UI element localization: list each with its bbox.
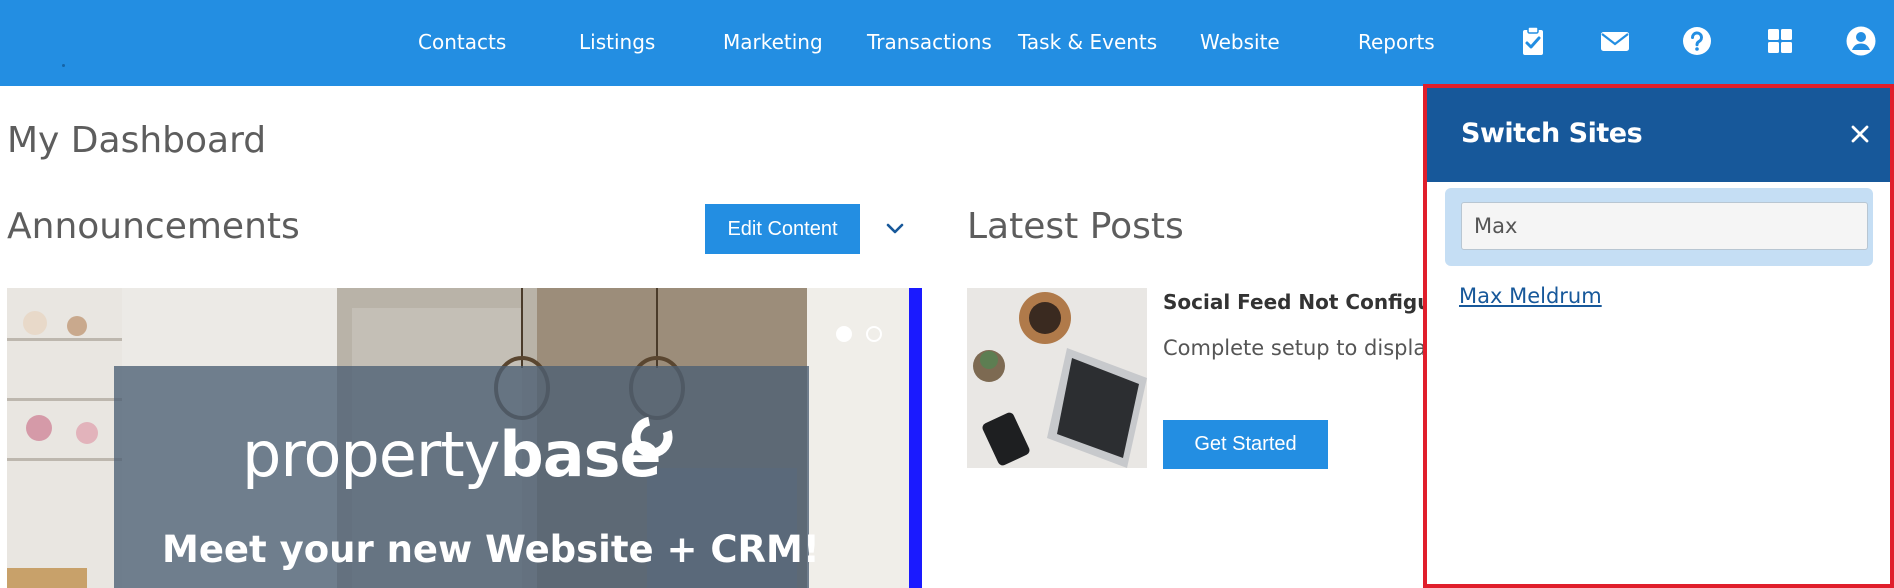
site-result-link[interactable]: Max Meldrum [1459, 284, 1602, 308]
carousel-edge [909, 288, 922, 588]
propertybase-logo-mark-icon [631, 416, 673, 458]
nav-transactions[interactable]: Transactions [867, 28, 992, 56]
nav-marketing[interactable]: Marketing [723, 28, 823, 56]
grid-apps-icon[interactable] [1763, 24, 1797, 58]
question-circle-icon[interactable] [1680, 24, 1714, 58]
announcements-heading: Announcements [7, 206, 300, 247]
nav-contacts[interactable]: Contacts [418, 28, 506, 56]
switch-sites-panel: Switch Sites Max Meldrum [1423, 84, 1894, 588]
page-title: My Dashboard [7, 120, 267, 161]
switch-sites-title: Switch Sites [1461, 118, 1643, 149]
edit-content-button[interactable]: Edit Content [705, 204, 860, 254]
announcement-carousel[interactable]: propertybase Meet your new Website + CRM… [7, 288, 922, 588]
top-navbar: Contacts Listings Marketing Transactions… [0, 0, 1894, 86]
user-circle-icon[interactable] [1844, 24, 1878, 58]
site-search-wrapper [1445, 188, 1873, 266]
nav-reports[interactable]: Reports [1358, 28, 1435, 56]
chevron-down-icon[interactable] [880, 214, 910, 244]
propertybase-logo: propertybase [242, 418, 662, 491]
envelope-icon[interactable] [1598, 24, 1632, 58]
post-body: Complete setup to display [1163, 336, 1439, 360]
logo-fragment [62, 64, 65, 67]
carousel-dot[interactable] [866, 326, 882, 342]
post-thumbnail [967, 288, 1147, 468]
switch-sites-header: Switch Sites [1427, 88, 1890, 182]
carousel-tagline: Meet your new Website + CRM! [162, 528, 820, 571]
nav-tasks-events[interactable]: Task & Events [1018, 28, 1157, 56]
get-started-button[interactable]: Get Started [1163, 420, 1328, 469]
site-search-input[interactable] [1461, 202, 1868, 250]
carousel-dot-active[interactable] [836, 326, 852, 342]
clipboard-check-icon[interactable] [1516, 24, 1550, 58]
nav-listings[interactable]: Listings [579, 28, 655, 56]
close-icon[interactable] [1848, 122, 1872, 146]
nav-website[interactable]: Website [1200, 28, 1280, 56]
latest-posts-heading: Latest Posts [967, 206, 1184, 247]
